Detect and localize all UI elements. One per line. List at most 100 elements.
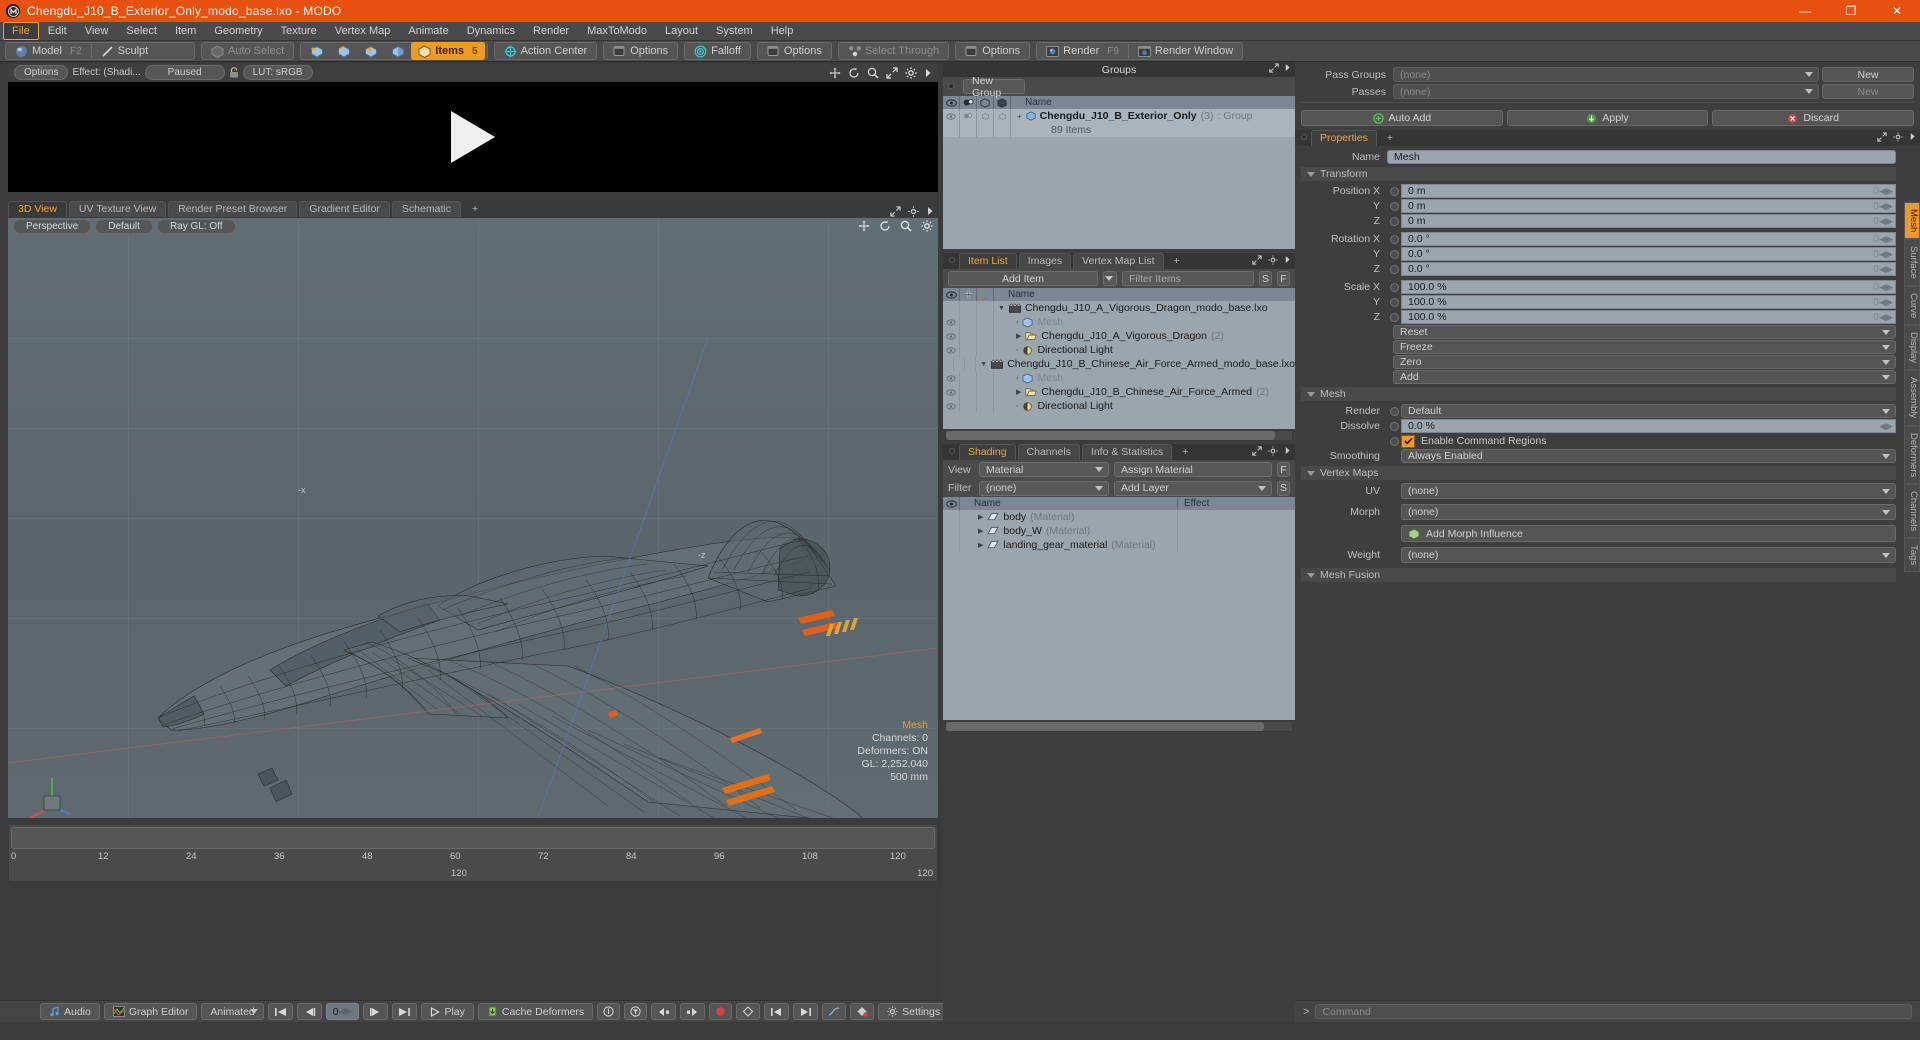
close-button[interactable]: ✕ xyxy=(1874,0,1920,22)
groups-col-visibility-icon[interactable] xyxy=(943,96,960,109)
tab-vertex-map-list[interactable]: Vertex Map List xyxy=(1073,253,1164,269)
item-col-lock-icon[interactable] xyxy=(960,288,977,301)
apply-button[interactable]: Apply xyxy=(1506,110,1709,126)
expand-arrow-icon[interactable]: ▶ xyxy=(978,513,983,521)
collapse-arrow-icon[interactable]: ▼ xyxy=(980,361,987,368)
menu-maxtomodo[interactable]: MaxToModo xyxy=(578,22,656,40)
audio-button[interactable]: Audio xyxy=(40,1003,100,1020)
item-list-grip-icon[interactable] xyxy=(949,257,955,263)
zoom-icon[interactable] xyxy=(867,67,879,79)
group-render-toggle[interactable] xyxy=(977,109,994,123)
shading-grip-icon[interactable] xyxy=(949,448,955,454)
tab-3d-view[interactable]: 3D View xyxy=(8,201,67,217)
item-visibility-toggle[interactable] xyxy=(943,329,960,343)
timeline[interactable]: 0 12 24 36 48 60 72 84 96 108 120 120 12… xyxy=(8,824,938,882)
item-transform-toggle[interactable] xyxy=(965,357,977,371)
tab-images[interactable]: Images xyxy=(1018,253,1072,269)
groups-col-shade-icon[interactable] xyxy=(960,96,977,109)
settings-button[interactable]: Settings xyxy=(878,1003,950,1020)
shading-effect-cell[interactable] xyxy=(1177,538,1295,552)
item-name-input[interactable]: Mesh xyxy=(1387,150,1896,164)
tab-channels[interactable]: Channels xyxy=(1017,444,1080,460)
groups-row[interactable]: + Chengdu_J10_B_Exterior_Only (3) : Grou… xyxy=(943,109,1295,123)
expand-arrow-icon[interactable]: ▶ xyxy=(978,541,983,549)
groups-maximize-icon[interactable] xyxy=(1269,63,1279,73)
menu-animate[interactable]: Animate xyxy=(399,22,457,40)
tab-render-preset-browser[interactable]: Render Preset Browser xyxy=(168,201,298,217)
preview-options-button[interactable]: Options xyxy=(14,65,69,80)
shading-visibility-toggle[interactable] xyxy=(943,510,960,524)
item-col-visibility-icon[interactable] xyxy=(943,288,960,301)
transform-value-input[interactable]: 0 m 0 ◀▶ xyxy=(1401,199,1896,213)
menu-render[interactable]: Render xyxy=(524,22,578,40)
expand-arrow-icon[interactable]: ▶ xyxy=(1016,332,1021,340)
shading-gear-icon[interactable] xyxy=(1268,446,1278,456)
weight-dropdown[interactable]: (none) xyxy=(1401,547,1896,563)
autokey-button[interactable] xyxy=(736,1003,761,1020)
play-button[interactable]: Play xyxy=(421,1003,474,1020)
menu-layout[interactable]: Layout xyxy=(656,22,707,40)
item-transform-toggle[interactable] xyxy=(977,301,994,315)
play-triangle-icon[interactable] xyxy=(451,111,495,163)
item-list-row[interactable]: ▪ Mesh xyxy=(943,371,1295,385)
properties-gear-icon[interactable] xyxy=(1893,132,1903,142)
transform-channel-dot[interactable] xyxy=(1387,214,1401,228)
record-button[interactable] xyxy=(709,1003,733,1020)
timeline-track[interactable] xyxy=(11,827,935,849)
spinner-icon[interactable]: ◀▶ xyxy=(1879,282,1893,293)
item-lock-toggle[interactable] xyxy=(960,329,977,343)
item-visibility-toggle[interactable] xyxy=(943,343,960,357)
tab-schematic[interactable]: Schematic xyxy=(391,201,461,217)
item-transform-toggle[interactable] xyxy=(977,315,994,329)
mesh-fusion-section-header[interactable]: Mesh Fusion xyxy=(1301,568,1896,582)
preview-paused-button[interactable]: Paused xyxy=(144,65,225,80)
groups-row-sub[interactable]: 89 Items xyxy=(943,123,1295,137)
new-group-button[interactable]: New Group xyxy=(963,75,1025,99)
tab-properties[interactable]: Properties xyxy=(1311,130,1377,146)
key-delete-button[interactable] xyxy=(850,1003,875,1020)
add-dropdown[interactable]: Add xyxy=(1393,370,1896,384)
transform-value-input[interactable]: 0 m 0 ◀▶ xyxy=(1401,184,1896,198)
item-lock-toggle[interactable] xyxy=(954,357,966,371)
viewport-gear-icon[interactable] xyxy=(908,206,919,217)
item-list-row[interactable]: ▪ Directional Light xyxy=(943,399,1295,413)
shading-maximize-icon[interactable] xyxy=(1252,446,1262,456)
render-dropdown[interactable]: Default xyxy=(1401,404,1896,418)
model-mode-button[interactable]: Model F2 xyxy=(8,43,89,59)
group-row-name-cell[interactable]: + Chengdu_J10_B_Exterior_Only (3) : Grou… xyxy=(1011,110,1253,122)
frame-spinner-icon[interactable]: ◀▶ xyxy=(339,1006,353,1017)
render-button[interactable]: Render F9 xyxy=(1039,43,1126,59)
properties-grip-icon[interactable] xyxy=(1301,134,1307,140)
command-input[interactable]: Command xyxy=(1315,1004,1912,1019)
spinner-icon[interactable]: ◀▶ xyxy=(1879,249,1893,260)
select-through-button[interactable]: Select Through xyxy=(841,43,946,59)
item-list-row[interactable]: ▶ Chengdu_J10_B_Chinese_Air_Force_Armed (2… xyxy=(943,385,1295,399)
render-channel-dot[interactable] xyxy=(1387,404,1401,418)
filter-items-input[interactable]: Filter Items xyxy=(1122,271,1254,286)
select-through-options-button[interactable]: Options xyxy=(958,43,1027,59)
pass-groups-dropdown[interactable]: (none) xyxy=(1393,67,1819,82)
cache-deformers-button[interactable]: Cache Deformers xyxy=(477,1003,594,1020)
uv-dropdown[interactable]: (none) xyxy=(1401,483,1896,499)
group-visibility-toggle[interactable] xyxy=(943,109,960,123)
passes-new-button[interactable]: New xyxy=(1822,84,1914,99)
item-transform-toggle[interactable] xyxy=(977,329,994,343)
next-key-button[interactable] xyxy=(680,1003,706,1020)
shading-list-scrollbar[interactable] xyxy=(945,721,1293,732)
item-lock-toggle[interactable] xyxy=(960,385,977,399)
rotate-icon[interactable] xyxy=(848,67,860,79)
item-name-cell[interactable]: ▪ Directional Light xyxy=(994,400,1113,412)
item-name-cell[interactable]: ▶ Chengdu_J10_A_Vigorous_Dragon (2) xyxy=(994,330,1224,342)
aircraft-wireframe-model[interactable]: -z -x xyxy=(8,218,938,818)
item-lock-toggle[interactable] xyxy=(960,343,977,357)
shading-effect-cell[interactable] xyxy=(1177,524,1295,538)
item-visibility-toggle[interactable] xyxy=(943,357,955,371)
spinner-icon[interactable]: ◀▶ xyxy=(1879,312,1893,323)
tab-item-list[interactable]: Item List xyxy=(959,253,1017,269)
viewport-chevron-icon[interactable] xyxy=(926,206,934,217)
spinner-icon[interactable]: ◀▶ xyxy=(1879,297,1893,308)
go-to-start-button[interactable] xyxy=(267,1003,293,1020)
passes-dropdown[interactable]: (none) xyxy=(1393,84,1819,99)
expand-arrow-icon[interactable]: ▶ xyxy=(1016,388,1021,396)
item-list-rows[interactable]: ▼ Chengdu_J10_A_Vigorous_Dragon_modo_base… xyxy=(943,301,1295,429)
